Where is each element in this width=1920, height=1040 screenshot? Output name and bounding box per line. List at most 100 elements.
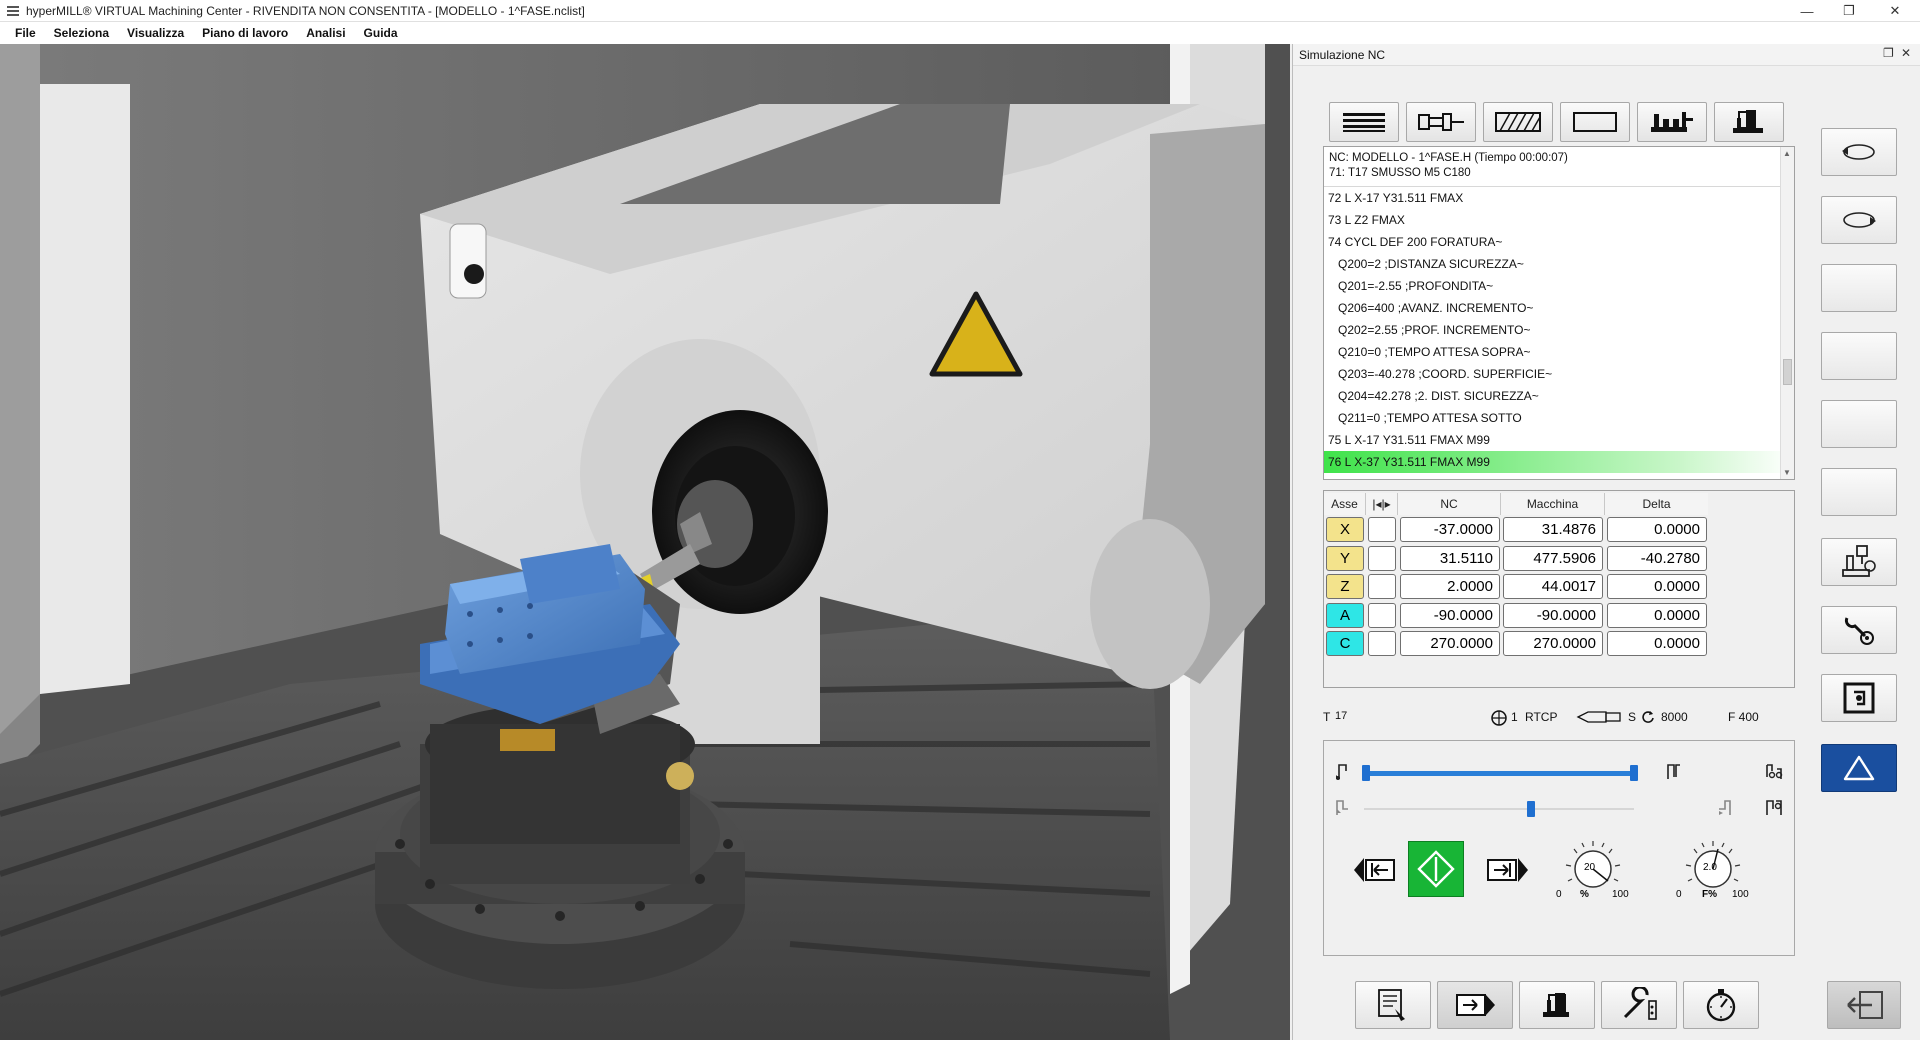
menu-analisi[interactable]: Analisi xyxy=(297,22,354,44)
nc-line[interactable]: 74 CYCL DEF 200 FORATURA~ xyxy=(1324,231,1794,253)
axis-delta-value: 0.0000 xyxy=(1607,602,1707,628)
close-button[interactable]: ✕ xyxy=(1872,0,1918,22)
nc-line[interactable]: 73 L Z2 FMAX xyxy=(1324,209,1794,231)
loop-icon[interactable] xyxy=(1764,761,1784,784)
tool-label: T xyxy=(1323,710,1331,724)
tool-view-button[interactable] xyxy=(1406,102,1476,142)
exit-button[interactable] xyxy=(1827,981,1901,1029)
machine-icon xyxy=(1651,112,1693,132)
blank-view-button[interactable] xyxy=(1560,102,1630,142)
nc-line[interactable]: Q202=2.55 ;PROF. INCREMENTO~ xyxy=(1324,319,1794,341)
nc-line[interactable]: Q204=42.278 ;2. DIST. SICUREZZA~ xyxy=(1324,385,1794,407)
3d-viewport[interactable] xyxy=(0,44,1290,1040)
stock-view-button[interactable] xyxy=(1483,102,1553,142)
nc-line[interactable]: 72 L X-17 Y31.511 FMAX xyxy=(1324,187,1794,209)
nc-program-button[interactable] xyxy=(1355,981,1431,1029)
jump-start-icon[interactable] xyxy=(1334,761,1352,784)
stop-diamond-icon xyxy=(1417,850,1455,888)
nc-line[interactable]: Q211=0 ;TEMPO ATTESA SOTTO xyxy=(1324,407,1794,429)
machine-tool-icon xyxy=(1842,545,1876,577)
pin-icon[interactable]: ❐ xyxy=(1883,46,1894,60)
axis-mark-checkbox[interactable] xyxy=(1368,517,1396,542)
status-row: T 17 1 RTCP S 8000 F 400 xyxy=(1323,708,1795,728)
speed-track[interactable] xyxy=(1364,808,1634,810)
nc-simulation-panel: Simulazione NC ❐ ✕ NC: MODELLO - 1^FASE.… xyxy=(1292,44,1920,1040)
next-arrow-icon xyxy=(1456,994,1495,1016)
step-back-icon[interactable] xyxy=(1334,797,1352,820)
step-forward-icon[interactable] xyxy=(1716,797,1734,820)
fixture-view-button[interactable] xyxy=(1714,102,1784,142)
progress-start-handle[interactable] xyxy=(1362,765,1370,781)
menu-piano-di-lavoro[interactable]: Piano di lavoro xyxy=(193,22,297,44)
jump-end-icon[interactable] xyxy=(1664,761,1684,784)
menu-visualizza[interactable]: Visualizza xyxy=(118,22,193,44)
scroll-thumb[interactable] xyxy=(1783,359,1792,385)
restore-button[interactable]: ❐ xyxy=(1826,0,1872,22)
nc-line[interactable]: Q201=-2.55 ;PROFONDITA~ xyxy=(1324,275,1794,297)
col-header-mark[interactable]: |◂|▸ xyxy=(1366,493,1398,515)
nc-line[interactable]: Q200=2 ;DISTANZA SICUREZZA~ xyxy=(1324,253,1794,275)
machine-view-button[interactable] xyxy=(1637,102,1707,142)
nc-list-scrollbar[interactable]: ▲ ▼ xyxy=(1780,147,1794,479)
play-backward-button[interactable] xyxy=(1354,855,1398,885)
tool-button[interactable] xyxy=(1601,981,1677,1029)
axis-mark-checkbox[interactable] xyxy=(1368,545,1396,571)
nc-line[interactable]: Q206=400 ;AVANZ. INCREMENTO~ xyxy=(1324,297,1794,319)
speed-handle[interactable] xyxy=(1527,801,1536,817)
feed-knob[interactable]: 2.0 0 F% 100 xyxy=(1676,837,1749,903)
scroll-up-icon[interactable]: ▲ xyxy=(1783,149,1791,158)
col-header-delta: Delta xyxy=(1605,493,1708,515)
axis-machine-value: -90.0000 xyxy=(1503,602,1603,628)
empty-button-1[interactable] xyxy=(1821,264,1897,312)
stopwatch-button[interactable] xyxy=(1683,981,1759,1029)
warning-button[interactable] xyxy=(1821,744,1897,792)
machine-tool-button[interactable] xyxy=(1821,538,1897,586)
nc-list-button[interactable] xyxy=(1329,102,1399,142)
tool-number: 17 xyxy=(1335,710,1348,722)
app-icon xyxy=(6,4,20,18)
tool-shape-icon xyxy=(1576,710,1624,727)
minimize-button[interactable]: — xyxy=(1784,0,1830,22)
panel-close-icon[interactable]: ✕ xyxy=(1901,46,1911,60)
empty-button-3[interactable] xyxy=(1821,400,1897,448)
nc-code-list[interactable]: NC: MODELLO - 1^FASE.H (Tiempo 00:00:07)… xyxy=(1323,146,1795,480)
rotate-right-button[interactable] xyxy=(1821,196,1897,244)
rotate-left-button[interactable] xyxy=(1821,128,1897,176)
feed-rate: F 400 xyxy=(1728,710,1759,724)
menu-seleziona[interactable]: Seleziona xyxy=(45,22,118,44)
axis-machine-value: 477.5906 xyxy=(1503,545,1603,571)
axis-machine-value: 44.0017 xyxy=(1503,574,1603,600)
axis-name: Y xyxy=(1326,545,1364,571)
empty-button-2[interactable] xyxy=(1821,332,1897,380)
axis-mark-checkbox[interactable] xyxy=(1368,631,1396,657)
settings-button[interactable] xyxy=(1821,606,1897,654)
axis-mark-checkbox[interactable] xyxy=(1368,574,1396,600)
progress-track[interactable] xyxy=(1364,771,1634,776)
plane-icon xyxy=(1491,710,1507,729)
nc-lines: 72 L X-17 Y31.511 FMAX 73 L Z2 FMAX 74 CYC… xyxy=(1324,187,1794,473)
empty-button-4[interactable] xyxy=(1821,468,1897,516)
play-forward-button[interactable] xyxy=(1484,855,1528,885)
bookmark-icon[interactable] xyxy=(1764,797,1784,820)
spindle-label: S xyxy=(1628,710,1637,724)
nc-line[interactable]: Q210=0 ;TEMPO ATTESA SOPRA~ xyxy=(1324,341,1794,363)
nc-line[interactable]: 76 L X-37 Y31.511 FMAX M99 xyxy=(1324,451,1794,473)
nc-line[interactable]: 75 L X-17 Y31.511 FMAX M99 xyxy=(1324,429,1794,451)
menu-guida[interactable]: Guida xyxy=(355,22,407,44)
nc-tool-info: 71: T17 SMUSSO M5 C180 xyxy=(1329,167,1471,179)
axis-machine-value: 270.0000 xyxy=(1503,631,1603,657)
frame-button[interactable] xyxy=(1821,674,1897,722)
col-header-nc: NC xyxy=(1398,493,1501,515)
axis-mark-checkbox[interactable] xyxy=(1368,602,1396,628)
progress-end-handle[interactable] xyxy=(1630,765,1638,781)
play-stop-button[interactable] xyxy=(1408,841,1464,897)
menu-file[interactable]: File xyxy=(6,22,45,44)
next-step-button[interactable] xyxy=(1437,981,1513,1029)
nc-line[interactable]: Q203=-40.278 ;COORD. SUPERFICIE~ xyxy=(1324,363,1794,385)
progress-fill xyxy=(1364,771,1634,776)
speed-knob[interactable]: 20 0 % 100 xyxy=(1556,837,1629,903)
machine-button[interactable] xyxy=(1519,981,1595,1029)
col-header-axis: Asse xyxy=(1324,493,1366,515)
scroll-down-icon[interactable]: ▼ xyxy=(1783,468,1791,477)
window-title: hyperMILL® VIRTUAL Machining Center - RI… xyxy=(26,3,585,18)
